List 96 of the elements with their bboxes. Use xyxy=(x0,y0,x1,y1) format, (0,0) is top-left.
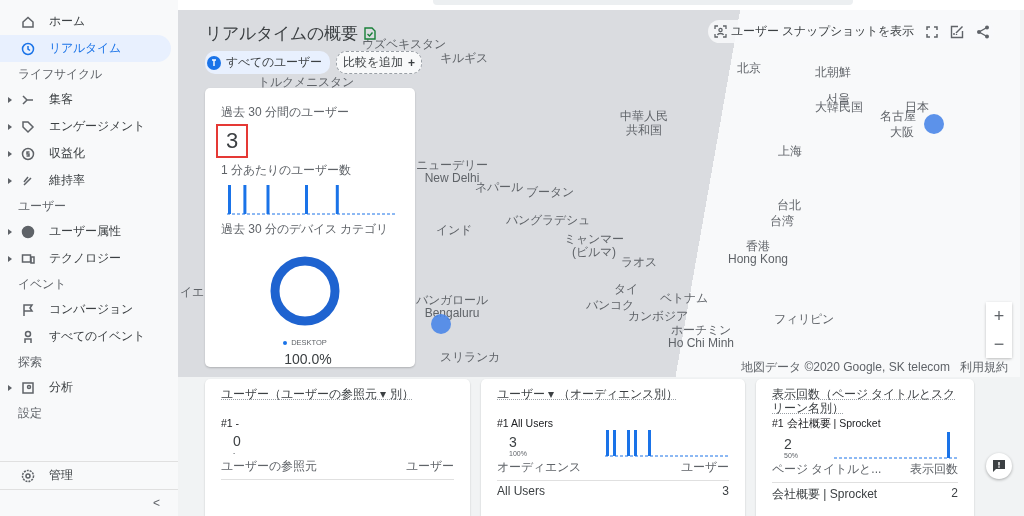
section-heading: ライフサイクル xyxy=(17,66,103,83)
touch-icon xyxy=(21,329,35,344)
map-label: 北朝鮮 xyxy=(815,66,851,80)
map-label: 上海 xyxy=(778,145,802,159)
device-icon xyxy=(21,251,35,266)
map-label: 中華人民 xyxy=(620,110,668,124)
nav-item[interactable]: 分析 xyxy=(0,374,171,401)
edit-chart-icon[interactable] xyxy=(950,24,964,39)
map-label: バンコク xyxy=(586,299,634,312)
user-snapshot-button[interactable]: ユーザー スナップショットを表示 xyxy=(713,23,914,40)
nav-item[interactable]: エンゲージメント xyxy=(0,113,171,140)
analysis-icon xyxy=(21,380,35,395)
per-minute-label: 1 分あたりのユーザー数 xyxy=(221,162,351,179)
nav-item[interactable]: ユーザー属性 xyxy=(0,218,171,245)
map-label: ベトナム xyxy=(660,292,708,306)
clock-icon xyxy=(21,41,35,56)
map-label: ラオス xyxy=(621,256,657,270)
nav-item[interactable]: 集客 xyxy=(0,86,171,113)
column-header: 表示回数 xyxy=(910,461,958,478)
card-title: 表示回数（ページ タイトルとスクリーン名別） xyxy=(772,387,957,417)
dollar-icon xyxy=(21,146,35,161)
table-cell: 3 xyxy=(722,484,729,498)
map-label: 台北 xyxy=(777,199,801,213)
map-label: ブータン xyxy=(526,186,574,200)
map-label: 大阪 xyxy=(890,126,914,140)
collapse-button[interactable]: < xyxy=(151,496,162,510)
column-header: ユーザー xyxy=(406,458,454,475)
user-avatar-icon xyxy=(207,55,221,70)
map-marker xyxy=(924,114,944,134)
map-label: カンボジア xyxy=(628,310,688,324)
table-cell: All Users xyxy=(497,484,545,498)
column-header: ユーザー xyxy=(681,459,729,476)
segment-chip[interactable]: すべてのユーザー xyxy=(205,51,330,74)
card-title: ユーザー ▾ （オーディエンス別） xyxy=(497,387,679,403)
map-label: スリランカ xyxy=(440,351,500,365)
nav-item[interactable]: リアルタイム xyxy=(0,35,171,62)
person-scan-icon xyxy=(713,25,727,38)
map-label: ウズベキスタン xyxy=(362,38,446,52)
top-rank: #1 All Users xyxy=(497,417,555,429)
users-label: 過去 30 分間のユーザー xyxy=(221,104,349,121)
page-title: リアルタイムの概要 xyxy=(205,23,358,45)
map-label: インド xyxy=(436,224,472,238)
home-icon xyxy=(21,14,35,29)
map-label: バンガロール Bengaluru xyxy=(416,294,488,321)
map-label: ミャンマー (ビルマ) xyxy=(564,233,624,260)
map-label: キルギス xyxy=(440,52,488,66)
top-rank: #1 会社概要 | Sprocket xyxy=(772,417,882,431)
terms-link[interactable]: 利用規約 xyxy=(960,359,1008,376)
fullscreen-icon[interactable] xyxy=(926,25,938,38)
card-title: ユーザー（ユーザーの参照元 ▾ 別） xyxy=(221,387,415,403)
device-label: 過去 30 分のデバイス カテゴリ xyxy=(221,221,389,238)
table-cell-text: 2 xyxy=(951,486,958,502)
map-label: イエ xyxy=(180,286,204,300)
tag-icon xyxy=(21,119,35,134)
segment-label: すべてのユーザー xyxy=(226,54,322,71)
check-document-icon xyxy=(364,27,376,40)
admin-nav-item[interactable]: 管理 xyxy=(0,462,171,489)
section-heading: 設定 xyxy=(17,405,43,422)
section-heading: 探索 xyxy=(17,354,43,371)
flag-icon xyxy=(21,302,35,317)
table-cell: 会社概要 | Sprocket xyxy=(772,486,878,503)
nav-item[interactable]: コンバージョン xyxy=(0,296,171,323)
top-value: 2 xyxy=(784,436,793,452)
section-heading: ユーザー xyxy=(17,198,67,215)
nav-item[interactable]: ホーム xyxy=(0,8,171,35)
map-label: 香港 Hong Kong xyxy=(728,240,789,267)
feedback-button[interactable] xyxy=(986,453,1012,479)
donut-drawing xyxy=(270,256,340,326)
map-label: 共和国 xyxy=(626,124,662,138)
map-label: 台湾 xyxy=(770,215,794,229)
map-attribution: 地図データ ©2020 Google, SK telecom xyxy=(741,359,950,376)
zoom-out-button[interactable]: − xyxy=(986,330,1012,358)
map-label: タイ xyxy=(614,283,638,297)
add-comparison-button[interactable]: 比較を追加 + xyxy=(336,51,422,74)
nav-item[interactable]: 収益化 xyxy=(0,140,171,167)
map-label: ホーチミン Ho Chi Minh xyxy=(668,324,735,351)
column-header: ページ タイトルと... xyxy=(772,461,882,478)
user-count: 3 xyxy=(216,124,249,158)
legend-dot xyxy=(283,340,288,345)
column-header: オーディエンス xyxy=(497,459,581,476)
map-label: 北京 xyxy=(737,62,761,76)
column-header: ユーザーの参照元 xyxy=(221,458,317,475)
map-label: バングラデシュ xyxy=(506,214,590,228)
settings-icon xyxy=(21,468,35,483)
top-rank: #1 - xyxy=(221,417,241,429)
section-heading: イベント xyxy=(17,276,67,293)
feedback-icon xyxy=(992,459,1006,473)
map-label: フィリピン xyxy=(774,313,834,327)
zoom-in-button[interactable]: + xyxy=(986,302,1012,330)
nav-item[interactable]: すべてのイベント xyxy=(0,323,171,350)
top-value: 3 xyxy=(509,434,518,450)
nav-item[interactable]: テクノロジー xyxy=(0,245,171,272)
nav-item[interactable]: 維持率 xyxy=(0,167,171,194)
top-value: 0 xyxy=(233,433,241,449)
map-label: トルクメニスタン xyxy=(258,76,354,90)
device-share: 100.0% xyxy=(284,351,332,367)
